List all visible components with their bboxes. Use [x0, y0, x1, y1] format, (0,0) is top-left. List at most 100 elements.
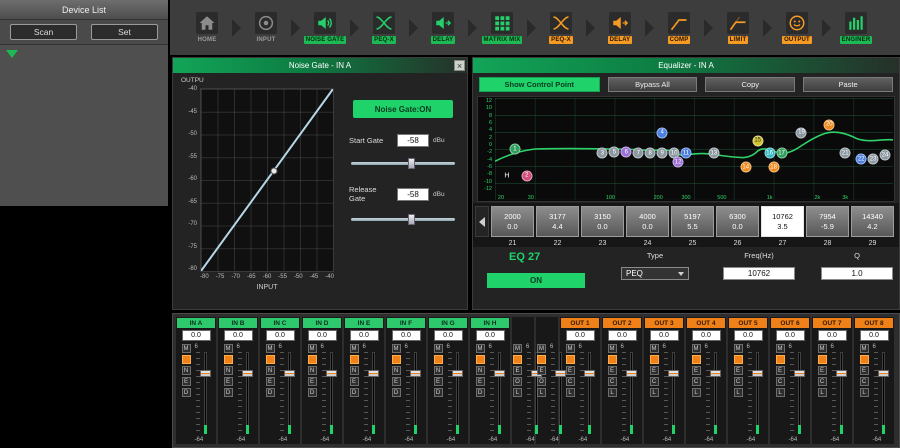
strip-indicator-button[interactable] — [818, 355, 827, 364]
strip-button-c[interactable]: C — [818, 377, 827, 386]
strip-button-l[interactable]: L — [734, 388, 743, 397]
eq-control-point[interactable]: 14 — [740, 162, 751, 173]
strip-button-d[interactable]: D — [392, 388, 401, 397]
eq-control-point[interactable]: 16 — [764, 148, 775, 159]
strip-button-c[interactable]: C — [692, 377, 701, 386]
strip-button-m[interactable]: M — [537, 344, 546, 353]
eq-control-point[interactable]: 3 — [597, 148, 608, 159]
eq-band-box[interactable]: 14340 4.2 — [851, 206, 894, 237]
eq-control-point[interactable]: 15 — [752, 135, 763, 146]
eq-band[interactable]: 3150 0.0 23 — [581, 206, 624, 247]
strip-button-e[interactable]: E — [476, 377, 485, 386]
strip-button-m[interactable]: M — [434, 344, 443, 353]
strip-button-d[interactable]: D — [350, 388, 359, 397]
strip-button-l[interactable]: L — [608, 388, 617, 397]
fader-knob[interactable] — [368, 370, 379, 377]
start-gate-value[interactable]: -58 — [397, 134, 429, 147]
channel-fader[interactable]: 6 -64 — [488, 344, 505, 443]
set-button[interactable]: Set — [91, 24, 158, 40]
channel-gain-value[interactable]: 0.0 — [434, 330, 463, 341]
strip-button-e[interactable]: E — [537, 366, 546, 375]
strip-button-m[interactable]: M — [608, 344, 617, 353]
strip-indicator-button[interactable] — [608, 355, 617, 364]
eq-band-box[interactable]: 6300 0.0 — [716, 206, 759, 237]
toolbar-item[interactable]: DELAY — [406, 0, 465, 55]
channel-gain-value[interactable]: 0.0 — [818, 330, 847, 341]
strip-button-e[interactable]: E — [734, 366, 743, 375]
strip-button-c[interactable]: C — [650, 377, 659, 386]
channel-fader[interactable]: 6 -64 — [620, 344, 637, 443]
strip-button-c[interactable]: C — [734, 377, 743, 386]
channel-fader[interactable]: 6 -64 — [278, 344, 295, 443]
channel-gain-value[interactable]: 0.0 — [692, 330, 721, 341]
equalizer-action-button[interactable]: Show Control Point — [479, 77, 600, 92]
strip-button-l[interactable]: L — [818, 388, 827, 397]
equalizer-action-button[interactable]: Copy — [705, 77, 795, 92]
channel-fader[interactable]: 6 -64 — [525, 344, 533, 443]
fader-knob[interactable] — [794, 370, 805, 377]
eq-control-point[interactable]: 7 — [633, 148, 644, 159]
eq-band[interactable]: 2000 0.0 21 — [491, 206, 534, 247]
fader-knob[interactable] — [284, 370, 295, 377]
band-on-button[interactable]: ON — [487, 273, 585, 288]
strip-indicator-button[interactable] — [182, 355, 191, 364]
channel-fader[interactable]: 6 -64 — [194, 344, 211, 443]
strip-button-m[interactable]: M — [392, 344, 401, 353]
start-gate-slider[interactable] — [351, 157, 455, 169]
freq-input[interactable]: 10762 — [723, 267, 795, 280]
strip-button-n[interactable]: N — [182, 366, 191, 375]
fader-knob[interactable] — [452, 370, 463, 377]
channel-fader[interactable]: 6 -64 — [549, 344, 557, 443]
strip-button-m[interactable]: M — [266, 344, 275, 353]
strip-button-e[interactable]: E — [266, 377, 275, 386]
strip-button-o[interactable]: O — [513, 377, 522, 386]
strip-button-e[interactable]: E — [308, 377, 317, 386]
strip-indicator-button[interactable] — [266, 355, 275, 364]
eq-band[interactable]: 6300 0.0 26 — [716, 206, 759, 247]
expand-caret-icon[interactable] — [6, 50, 18, 58]
strip-button-l[interactable]: L — [860, 388, 869, 397]
slider-thumb[interactable] — [408, 158, 415, 169]
channel-fader[interactable]: 6 -64 — [404, 344, 421, 443]
eq-band-box[interactable]: 5197 5.5 — [671, 206, 714, 237]
fader-knob[interactable] — [494, 370, 505, 377]
strip-button-n[interactable]: N — [266, 366, 275, 375]
strip-indicator-button[interactable] — [566, 355, 575, 364]
eq-control-point[interactable]: 24 — [880, 150, 891, 161]
strip-button-e[interactable]: E — [650, 366, 659, 375]
strip-button-e[interactable]: E — [434, 377, 443, 386]
eq-band[interactable]: 5197 5.5 25 — [671, 206, 714, 247]
strip-button-m[interactable]: M — [308, 344, 317, 353]
release-gate-slider[interactable] — [351, 213, 455, 225]
strip-button-l[interactable]: L — [537, 388, 546, 397]
strip-indicator-button[interactable] — [392, 355, 401, 364]
eq-band[interactable]: 14340 4.2 29 — [851, 206, 894, 247]
channel-gain-value[interactable]: 0.0 — [566, 330, 595, 341]
channel-gain-value[interactable]: 0.0 — [392, 330, 421, 341]
fader-knob[interactable] — [668, 370, 679, 377]
eq-band[interactable]: 4000 0.0 24 — [626, 206, 669, 247]
strip-button-l[interactable]: L — [776, 388, 785, 397]
strip-indicator-button[interactable] — [476, 355, 485, 364]
fader-knob[interactable] — [584, 370, 595, 377]
fader-knob[interactable] — [836, 370, 847, 377]
channel-gain-value[interactable]: 0.0 — [650, 330, 679, 341]
channel-fader[interactable]: 6 -64 — [320, 344, 337, 443]
strip-button-l[interactable]: L — [566, 388, 575, 397]
channel-gain-value[interactable]: 0.0 — [476, 330, 505, 341]
toolbar-item[interactable]: PEQ-X — [347, 0, 406, 55]
channel-gain-value[interactable]: 0.0 — [182, 330, 211, 341]
channel-fader[interactable]: 6 -64 — [830, 344, 847, 443]
strip-button-n[interactable]: N — [392, 366, 401, 375]
strip-indicator-button[interactable] — [734, 355, 743, 364]
strip-indicator-button[interactable] — [513, 355, 522, 364]
eq-control-point[interactable]: 5 — [609, 147, 620, 158]
strip-indicator-button[interactable] — [650, 355, 659, 364]
strip-button-e[interactable]: E — [860, 366, 869, 375]
strip-button-e[interactable]: E — [513, 366, 522, 375]
equalizer-action-button[interactable]: Paste — [803, 77, 893, 92]
strip-indicator-button[interactable] — [776, 355, 785, 364]
channel-fader[interactable]: 6 -64 — [872, 344, 889, 443]
channel-fader[interactable]: 6 -64 — [662, 344, 679, 443]
eq-control-point[interactable]: 12 — [673, 157, 684, 168]
